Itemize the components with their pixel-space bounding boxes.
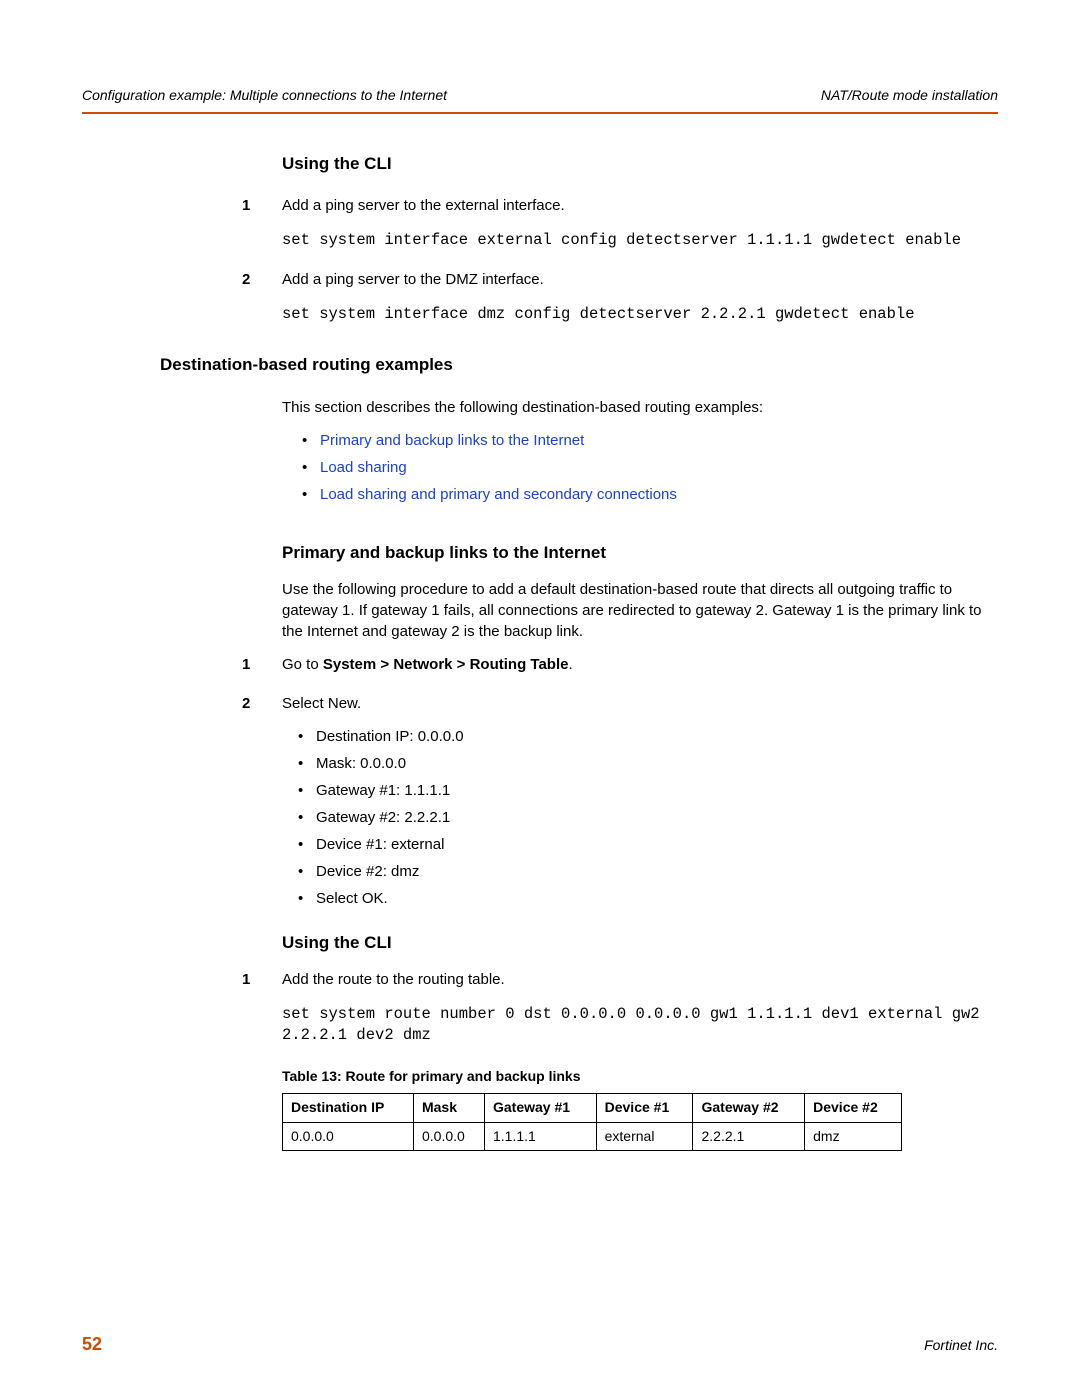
list-item: Select OK. — [288, 888, 998, 909]
table-cell: 0.0.0.0 — [413, 1122, 484, 1151]
code-block-3: set system route number 0 dst 0.0.0.0 0.… — [282, 1004, 998, 1046]
destination-links: Primary and backup links to the Internet… — [292, 430, 998, 505]
link-load-sharing[interactable]: Load sharing — [320, 459, 407, 476]
primary-backup-para: Use the following procedure to add a def… — [282, 579, 998, 642]
list-item: Gateway #1: 1.1.1.1 — [288, 780, 998, 801]
destination-intro-block: This section describes the following des… — [282, 397, 998, 505]
pb-step-1-text: Go to System > Network > Routing Table. — [282, 654, 998, 675]
code-block-2: set system interface dmz config detectse… — [282, 304, 998, 325]
pb-step1-bold: System > Network > Routing Table — [323, 656, 569, 673]
section-destination-based: Destination-based routing examples — [160, 353, 998, 377]
table-caption: Table 13: Route for primary and backup l… — [282, 1067, 998, 1087]
link-primary-backup[interactable]: Primary and backup links to the Internet — [320, 432, 584, 449]
list-item: Load sharing — [292, 457, 998, 478]
heading-using-cli-1: Using the CLI — [282, 152, 998, 176]
pb-step-2-details: Destination IP: 0.0.0.0 Mask: 0.0.0.0 Ga… — [288, 726, 998, 909]
route-table: Destination IP Mask Gateway #1 Device #1… — [282, 1093, 902, 1151]
header-rule — [82, 112, 998, 114]
steps-cli-2: 1 Add the route to the routing table. se… — [242, 969, 998, 1046]
table-row: 0.0.0.0 0.0.0.0 1.1.1.1 external 2.2.2.1… — [283, 1122, 902, 1151]
step-2-text: Add a ping server to the DMZ interface. — [282, 269, 998, 290]
table-header: Mask — [413, 1094, 484, 1123]
table-cell: external — [596, 1122, 693, 1151]
pb-step1-suffix: . — [568, 656, 572, 673]
cli2-step-1: 1 Add the route to the routing table. se… — [242, 969, 998, 1046]
table-header: Device #1 — [596, 1094, 693, 1123]
table-header: Destination IP — [283, 1094, 414, 1123]
pb-step-2: 2 Select New. Destination IP: 0.0.0.0 Ma… — [242, 693, 998, 909]
table-header-row: Destination IP Mask Gateway #1 Device #1… — [283, 1094, 902, 1123]
page-number: 52 — [82, 1332, 102, 1357]
footer-company: Fortinet Inc. — [924, 1336, 998, 1356]
pb-step-1: 1 Go to System > Network > Routing Table… — [242, 654, 998, 675]
table-cell: 1.1.1.1 — [484, 1122, 596, 1151]
step-1-text: Add a ping server to the external interf… — [282, 195, 998, 216]
step-2: 2 Add a ping server to the DMZ interface… — [242, 269, 998, 325]
steps-primary-backup: 1 Go to System > Network > Routing Table… — [242, 654, 998, 909]
step-number: 2 — [242, 693, 250, 714]
list-item: Device #2: dmz — [288, 861, 998, 882]
code-block-1: set system interface external config det… — [282, 230, 998, 251]
step-number: 1 — [242, 969, 250, 990]
table-cell: 2.2.2.1 — [693, 1122, 805, 1151]
table-header: Gateway #2 — [693, 1094, 805, 1123]
section-using-cli-2: Using the CLI — [282, 931, 998, 955]
heading-destination-based: Destination-based routing examples — [160, 353, 998, 377]
link-load-sharing-secondary[interactable]: Load sharing and primary and secondary c… — [320, 486, 677, 503]
table-section: Table 13: Route for primary and backup l… — [282, 1067, 998, 1151]
list-item: Gateway #2: 2.2.2.1 — [288, 807, 998, 828]
step-number: 2 — [242, 269, 250, 290]
heading-primary-backup: Primary and backup links to the Internet — [282, 541, 998, 565]
table-cell: dmz — [805, 1122, 902, 1151]
header-right: NAT/Route mode installation — [821, 86, 998, 106]
cli2-step-1-text: Add the route to the routing table. — [282, 969, 998, 990]
destination-intro: This section describes the following des… — [282, 397, 998, 418]
table-cell: 0.0.0.0 — [283, 1122, 414, 1151]
heading-using-cli-2: Using the CLI — [282, 931, 998, 955]
step-number: 1 — [242, 654, 250, 675]
list-item: Device #1: external — [288, 834, 998, 855]
pb-step-2-text: Select New. — [282, 693, 998, 714]
table-header: Device #2 — [805, 1094, 902, 1123]
page: Configuration example: Multiple connecti… — [0, 0, 1080, 1397]
list-item: Load sharing and primary and secondary c… — [292, 484, 998, 505]
page-header: Configuration example: Multiple connecti… — [82, 86, 998, 106]
section-primary-backup: Primary and backup links to the Internet… — [282, 541, 998, 642]
step-number: 1 — [242, 195, 250, 216]
steps-cli-1: 1 Add a ping server to the external inte… — [242, 195, 998, 325]
step-1: 1 Add a ping server to the external inte… — [242, 195, 998, 251]
section-using-cli-1: Using the CLI — [282, 152, 998, 176]
pb-step1-prefix: Go to — [282, 656, 323, 673]
list-item: Mask: 0.0.0.0 — [288, 753, 998, 774]
list-item: Destination IP: 0.0.0.0 — [288, 726, 998, 747]
list-item: Primary and backup links to the Internet — [292, 430, 998, 451]
page-footer: 52 Fortinet Inc. — [82, 1332, 998, 1357]
table-header: Gateway #1 — [484, 1094, 596, 1123]
header-left: Configuration example: Multiple connecti… — [82, 86, 447, 106]
